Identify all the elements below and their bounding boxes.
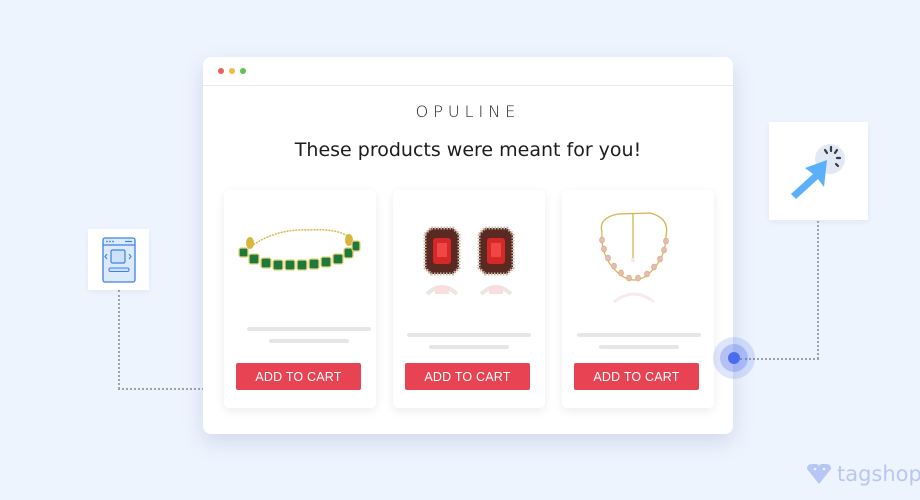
ruby-earrings-image <box>423 226 515 296</box>
store-brand: OPULINE <box>415 102 521 121</box>
connector-right-vertical <box>817 221 819 359</box>
heart-tag-icon <box>807 464 831 484</box>
price-placeholder-bar <box>269 339 349 343</box>
title-placeholder-bar <box>577 333 701 337</box>
carousel-icon-box <box>88 229 149 290</box>
add-to-cart-button[interactable]: ADD TO CART <box>236 363 361 390</box>
title-bar <box>203 57 733 86</box>
connector-left-horizontal <box>118 388 204 390</box>
product-card[interactable]: ADD TO CART <box>393 190 545 408</box>
product-carousel-icon <box>102 237 136 283</box>
product-card[interactable]: ADD TO CART <box>562 190 714 408</box>
click-cursor-icon <box>791 144 845 199</box>
price-placeholder-bar <box>429 345 509 349</box>
minimize-dot[interactable] <box>229 68 235 74</box>
page-headline: These products were meant for you! <box>294 139 642 161</box>
tagshop-logo: tagshop <box>805 462 920 486</box>
pulse-indicator <box>713 337 755 379</box>
add-to-cart-button[interactable]: ADD TO CART <box>574 363 699 390</box>
connector-left-vertical <box>118 290 120 389</box>
browser-window: OPULINE These products were meant for yo… <box>203 57 733 434</box>
emerald-bracelet-image <box>238 228 361 271</box>
click-icon-box <box>769 122 868 220</box>
title-placeholder-bar <box>247 327 371 331</box>
title-placeholder-bar <box>407 333 531 337</box>
product-card[interactable]: ADD TO CART <box>224 190 376 408</box>
maximize-dot[interactable] <box>240 68 246 74</box>
add-to-cart-button[interactable]: ADD TO CART <box>405 363 530 390</box>
close-dot[interactable] <box>218 68 224 74</box>
pink-necklace-image <box>599 212 669 304</box>
price-placeholder-bar <box>599 345 679 349</box>
logo-text: tagshop <box>837 462 920 486</box>
